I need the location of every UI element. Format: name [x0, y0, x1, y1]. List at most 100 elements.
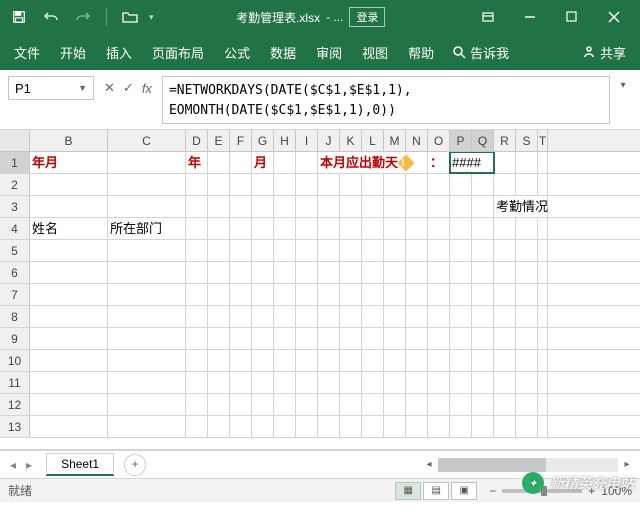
sheet-tab-active[interactable]: Sheet1: [46, 453, 114, 476]
sheet-prev-button[interactable]: ◂: [6, 456, 20, 474]
name-box-value: P1: [15, 81, 31, 96]
cell-C4[interactable]: 所在部门: [108, 218, 186, 239]
scroll-right-button[interactable]: ▸: [618, 459, 636, 470]
name-box[interactable]: P1 ▼: [8, 76, 94, 100]
cell-E1[interactable]: [208, 152, 230, 173]
wechat-icon: ✦: [522, 472, 544, 494]
cell-I1[interactable]: [296, 152, 318, 173]
cell-P1-selected[interactable]: ####: [450, 152, 494, 173]
page-layout-view-button[interactable]: ▤: [423, 482, 449, 500]
formula-input[interactable]: =NETWORKDAYS(DATE($C$1,$E$1,1), EOMONTH(…: [162, 76, 610, 124]
document-title: 考勤管理表.xlsx - ... 登录: [154, 7, 468, 27]
col-D[interactable]: D: [186, 130, 208, 151]
column-headers: B C D E F G H I J K L M N O P Q R S T: [0, 130, 640, 152]
tab-layout[interactable]: 页面布局: [142, 35, 214, 70]
page-break-view-button[interactable]: ▣: [451, 482, 477, 500]
sheet-nav: ◂ ▸: [0, 456, 42, 474]
tab-review[interactable]: 审阅: [306, 35, 352, 70]
cancel-formula-button[interactable]: ✕: [104, 80, 115, 96]
row-header-1[interactable]: 1: [0, 152, 30, 173]
cell-O1[interactable]: ：: [428, 152, 450, 173]
ribbon-options-button[interactable]: [468, 4, 508, 30]
row-header-4[interactable]: 4: [0, 218, 30, 239]
cell-R3[interactable]: 考勤情况: [494, 196, 548, 217]
scroll-left-button[interactable]: ◂: [420, 459, 438, 470]
fx-label[interactable]: fx: [142, 81, 152, 96]
accept-formula-button[interactable]: ✓: [123, 80, 134, 96]
normal-view-button[interactable]: ▦: [395, 482, 421, 500]
cell-B1[interactable]: 年月: [30, 152, 108, 173]
watermark-text: 新精英充电站: [550, 473, 634, 493]
cell-G1[interactable]: 月: [252, 152, 274, 173]
zoom-out-button[interactable]: −: [489, 484, 496, 498]
save-button[interactable]: [6, 4, 32, 30]
select-all-corner[interactable]: [0, 130, 30, 151]
warning-icon: [398, 154, 415, 171]
doc-name: 考勤管理表.xlsx: [236, 9, 320, 26]
open-button[interactable]: [117, 4, 143, 30]
horizontal-scrollbar[interactable]: ◂ ▸: [420, 458, 640, 472]
tab-help[interactable]: 帮助: [398, 35, 444, 70]
cell-S1[interactable]: [516, 152, 538, 173]
tab-home[interactable]: 开始: [50, 35, 96, 70]
col-K[interactable]: K: [340, 130, 362, 151]
quick-access-toolbar: ▾: [6, 4, 154, 30]
spreadsheet-grid[interactable]: B C D E F G H I J K L M N O P Q R S T 1 …: [0, 130, 640, 450]
row-header-2[interactable]: 2: [0, 174, 30, 195]
close-button[interactable]: [594, 4, 634, 30]
col-G[interactable]: G: [252, 130, 274, 151]
tell-me-label: 告诉我: [470, 43, 509, 62]
tab-view[interactable]: 视图: [352, 35, 398, 70]
undo-button[interactable]: [38, 4, 64, 30]
redo-button[interactable]: [70, 4, 96, 30]
tab-data[interactable]: 数据: [260, 35, 306, 70]
cell-C1[interactable]: [108, 152, 186, 173]
col-T[interactable]: T: [538, 130, 548, 151]
col-L[interactable]: L: [362, 130, 384, 151]
row-header-3[interactable]: 3: [0, 196, 30, 217]
row-2: 2: [0, 174, 640, 196]
tab-file[interactable]: 文件: [4, 35, 50, 70]
cell-D1[interactable]: 年: [186, 152, 208, 173]
col-E[interactable]: E: [208, 130, 230, 151]
formula-bar: P1 ▼ ✕ ✓ fx =NETWORKDAYS(DATE($C$1,$E$1,…: [0, 70, 640, 130]
col-P[interactable]: P: [450, 130, 472, 151]
col-J[interactable]: J: [318, 130, 340, 151]
col-I[interactable]: I: [296, 130, 318, 151]
col-Q[interactable]: Q: [472, 130, 494, 151]
window-controls: [468, 4, 634, 30]
title-bar: ▾ 考勤管理表.xlsx - ... 登录: [0, 0, 640, 34]
col-M[interactable]: M: [384, 130, 406, 151]
ribbon: 文件 开始 插入 页面布局 公式 数据 审阅 视图 帮助 告诉我 共享: [0, 34, 640, 70]
login-button[interactable]: 登录: [349, 7, 385, 27]
tab-formulas[interactable]: 公式: [214, 35, 260, 70]
col-S[interactable]: S: [516, 130, 538, 151]
formula-buttons: ✕ ✓ fx: [98, 76, 158, 100]
cell-J1[interactable]: 本月应出勤天: [318, 152, 428, 173]
sheet-next-button[interactable]: ▸: [22, 456, 36, 474]
scroll-track[interactable]: [438, 458, 618, 472]
cell-F1[interactable]: [230, 152, 252, 173]
tab-insert[interactable]: 插入: [96, 35, 142, 70]
col-N[interactable]: N: [406, 130, 428, 151]
tell-me[interactable]: 告诉我: [444, 43, 517, 62]
watermark: ✦ 新精英充电站: [522, 472, 634, 494]
share-button[interactable]: 共享: [572, 43, 636, 62]
col-O[interactable]: O: [428, 130, 450, 151]
cell-R1[interactable]: [494, 152, 516, 173]
doc-suffix: - ...: [326, 10, 343, 24]
scroll-thumb[interactable]: [438, 458, 546, 472]
cell-T1[interactable]: [538, 152, 548, 173]
col-B[interactable]: B: [30, 130, 108, 151]
maximize-button[interactable]: [552, 4, 592, 30]
minimize-button[interactable]: [510, 4, 550, 30]
cell-H1[interactable]: [274, 152, 296, 173]
status-ready: 就绪: [8, 482, 32, 499]
add-sheet-button[interactable]: +: [124, 454, 146, 476]
cell-B4[interactable]: 姓名: [30, 218, 108, 239]
col-R[interactable]: R: [494, 130, 516, 151]
col-F[interactable]: F: [230, 130, 252, 151]
col-C[interactable]: C: [108, 130, 186, 151]
col-H[interactable]: H: [274, 130, 296, 151]
expand-formula-bar[interactable]: ▾: [614, 76, 632, 91]
